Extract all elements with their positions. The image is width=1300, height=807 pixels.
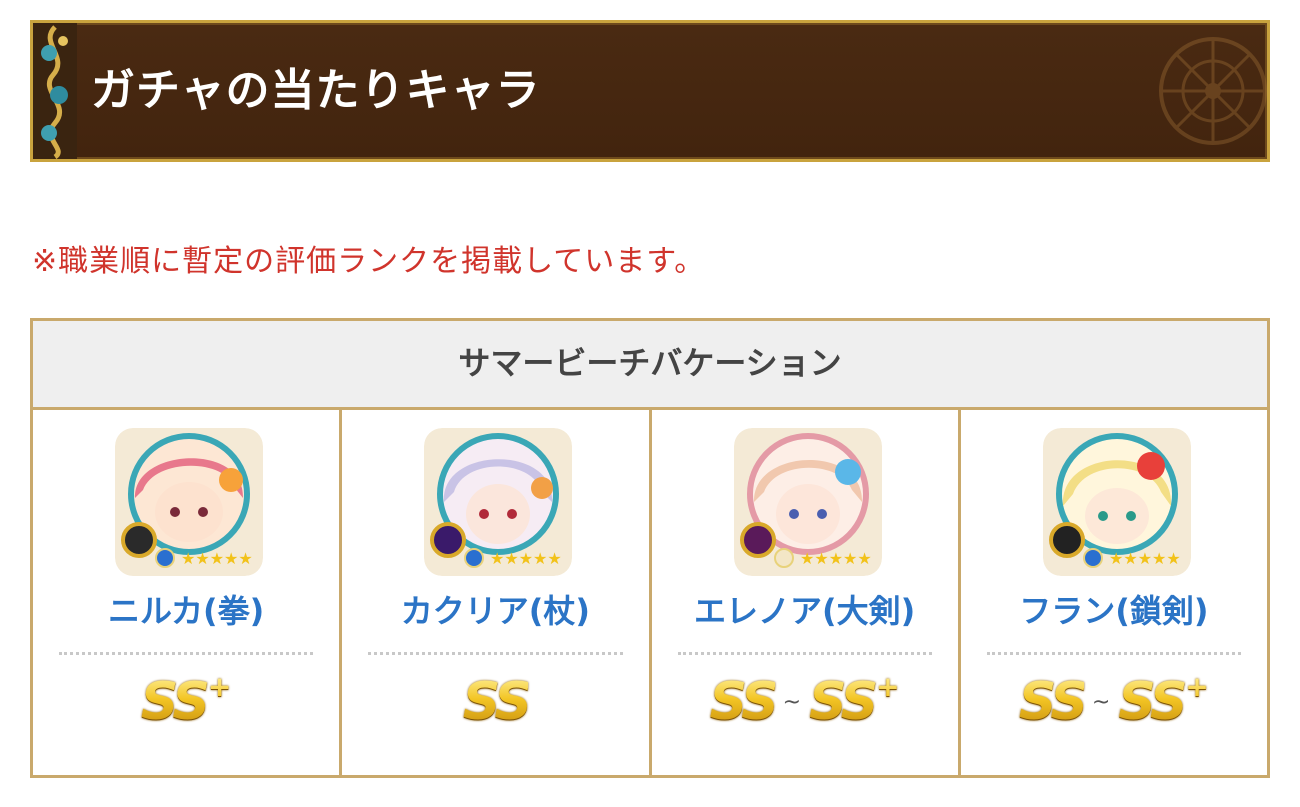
character-cell: ★★★★★ フラン(鎖剣) SS ~ SS + [961, 410, 1267, 775]
ranking-note: ※職業順に暫定の評価ランクを掲載しています。 [32, 244, 706, 279]
page-title: ガチャの当たりキャラ [91, 65, 541, 116]
table-heading: サマービーチバケーション [33, 321, 1267, 410]
ornament-frame-icon [33, 23, 77, 159]
character-portrait[interactable]: ★★★★★ [1042, 428, 1191, 576]
rank-badge-low: SS [709, 672, 775, 732]
rank-badge-high: SS + [1118, 670, 1209, 732]
rank-display: SS + [33, 672, 339, 732]
character-cell: ★★★★★ ニルカ(拳) SS + [33, 410, 343, 775]
character-portrait[interactable]: ★★★★★ [733, 428, 882, 576]
rank-badge: SS + [140, 670, 232, 732]
rank-badge-low: SS [1018, 672, 1084, 732]
dotted-divider [368, 652, 623, 655]
character-name[interactable]: フラン(鎖剣) [961, 586, 1267, 632]
character-name[interactable]: エレノア(大剣) [652, 586, 958, 632]
svg-text:★★★★★: ★★★★★ [1109, 549, 1181, 568]
character-cell: ★★★★★ カクリア(杖) SS [342, 410, 652, 775]
character-name[interactable]: ニルカ(拳) [33, 586, 339, 632]
svg-text:★★★★★: ★★★★★ [800, 549, 872, 568]
table-row: ★★★★★ ニルカ(拳) SS + ★★★★★ カクリア(杖) SS ★★★★★… [33, 410, 1267, 775]
character-name[interactable]: カクリア(杖) [342, 586, 648, 632]
rank-display: SS [342, 672, 648, 732]
character-cell: ★★★★★ エレノア(大剣) SS ~ SS + [652, 410, 961, 775]
rank-badge: SS [462, 672, 528, 732]
compass-wheel-icon [1159, 37, 1267, 145]
dotted-divider [59, 652, 314, 655]
range-separator: ~ [782, 689, 802, 715]
svg-text:★★★★★: ★★★★★ [490, 549, 562, 568]
dotted-divider [677, 652, 932, 655]
rank-display: SS ~ SS + [652, 672, 958, 732]
rank-badge-high: SS + [809, 670, 900, 732]
character-portrait[interactable]: ★★★★★ [424, 428, 573, 576]
range-separator: ~ [1091, 689, 1111, 715]
dotted-divider [986, 652, 1241, 655]
character-table: サマービーチバケーション ★★★★★ ニルカ(拳) SS + ★★★★★ カクリ… [30, 318, 1270, 778]
svg-text:★★★★★: ★★★★★ [181, 549, 253, 568]
character-portrait[interactable]: ★★★★★ [115, 428, 263, 576]
section-header: ガチャの当たりキャラ [30, 20, 1270, 162]
rank-display: SS ~ SS + [961, 672, 1267, 732]
